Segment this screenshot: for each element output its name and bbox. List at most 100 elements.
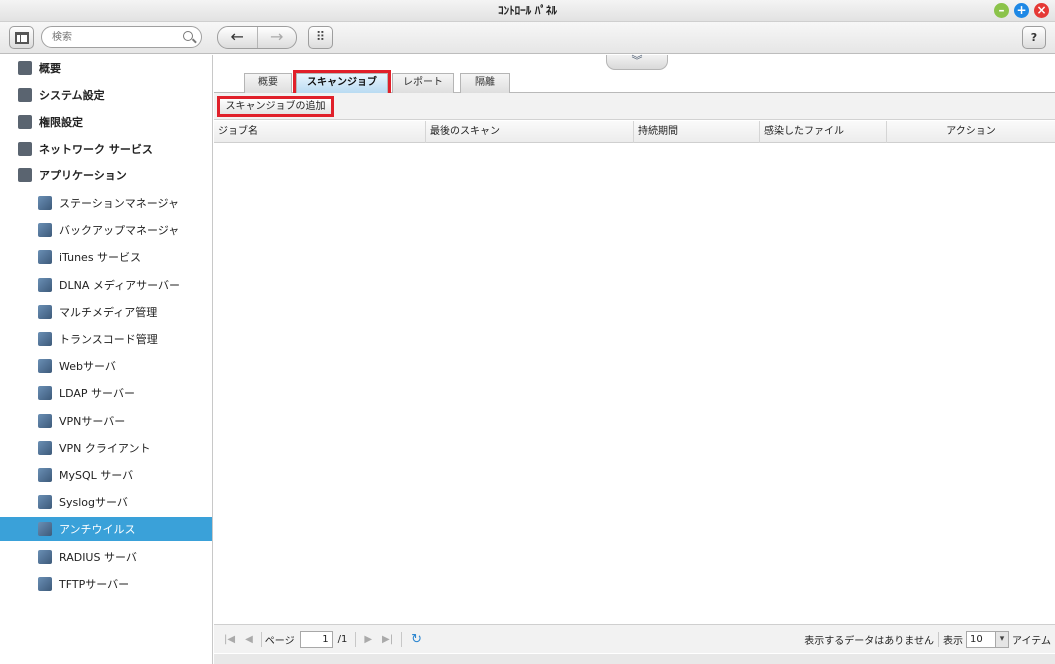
refresh-icon[interactable]: ↻ bbox=[411, 632, 422, 647]
page-number-input[interactable]: 1 bbox=[299, 630, 333, 648]
tab-reports[interactable]: レポート bbox=[392, 73, 454, 93]
no-data-status: 表示するデータはありません bbox=[804, 636, 934, 647]
sidebar-item-inbox[interactable]: アプリケーション bbox=[0, 163, 212, 187]
items-label: アイテム bbox=[1012, 636, 1051, 647]
sidebar-app-itunes[interactable]: iTunes サービス bbox=[0, 245, 212, 269]
sidebar-item-label: VPNサーバー bbox=[59, 414, 126, 428]
antivirus-icon bbox=[38, 522, 52, 537]
search-input[interactable] bbox=[52, 30, 177, 44]
sidebar-item-label: アプリケーション bbox=[39, 169, 127, 182]
sidebar-item-label: Webサーバ bbox=[59, 360, 116, 374]
search-box[interactable] bbox=[41, 26, 202, 48]
column-action[interactable]: アクション bbox=[887, 121, 1055, 143]
mysql-icon bbox=[38, 468, 52, 482]
multimedia-icon bbox=[38, 304, 52, 319]
prev-page-icon[interactable]: ◀ bbox=[245, 634, 253, 645]
sidebar-app-antivirus[interactable]: アンチウイルス bbox=[0, 517, 212, 542]
close-icon[interactable]: × bbox=[1034, 3, 1049, 18]
sidebar-app-vpn-client[interactable]: VPN クライアント bbox=[0, 436, 212, 460]
sidebar-item-label: マルチメディア管理 bbox=[59, 305, 158, 319]
column-infected-files[interactable]: 感染したファイル bbox=[760, 121, 887, 143]
tftp-icon bbox=[38, 576, 52, 591]
sidebar-item-label: RADIUS サーバ bbox=[59, 550, 137, 564]
separator bbox=[260, 631, 262, 647]
sidebar-item-label: VPN クライアント bbox=[59, 441, 151, 455]
sidebar-item-label: バックアップマネージャ bbox=[59, 224, 180, 238]
per-page-select[interactable]: 10 bbox=[966, 631, 1009, 648]
sidebar-app-dlna[interactable]: DLNA メディアサーバー bbox=[0, 273, 212, 297]
sidebar-item-user[interactable]: 権限設定 bbox=[0, 110, 212, 134]
radius-icon bbox=[38, 549, 52, 564]
apps-grid-button[interactable]: ⠿ bbox=[308, 26, 333, 49]
sidebar-app-mysql[interactable]: MySQL サーバ bbox=[0, 463, 212, 487]
inbox-icon bbox=[18, 168, 32, 182]
collapse-panel-button[interactable]: ︾ bbox=[606, 55, 668, 70]
user-icon bbox=[18, 115, 32, 129]
sidebar-item-label: LDAP サーバー bbox=[59, 387, 135, 401]
show-label: 表示 bbox=[943, 636, 963, 647]
nav-buttons: ← → bbox=[217, 26, 297, 49]
table-header: ジョブ名 最後のスキャン 持続期間 感染したファイル アクション bbox=[214, 121, 1055, 143]
sidebar-app-syslog[interactable]: Syslogサーバ bbox=[0, 490, 212, 514]
main-panel: ︾ 概要 スキャンジョブ レポート 隔離 スキャンジョブの追加 ジョブ名 最後の… bbox=[214, 55, 1055, 664]
sidebar-app-transcode[interactable]: トランスコード管理 bbox=[0, 327, 212, 351]
sidebar-app-backup[interactable]: バックアップマネージャ bbox=[0, 218, 212, 242]
forward-button[interactable]: → bbox=[258, 27, 297, 48]
maximize-icon[interactable]: + bbox=[1014, 3, 1029, 18]
globe-icon bbox=[38, 359, 52, 374]
sidebar-app-station-manager[interactable]: ステーションマネージャ bbox=[0, 191, 212, 215]
tab-quarantine[interactable]: 隔離 bbox=[460, 73, 510, 93]
tab-scan-jobs[interactable]: スキャンジョブ bbox=[293, 70, 391, 96]
sidebar: 概要システム設定権限設定ネットワーク サービス アプリケーションステーションマネー… bbox=[0, 55, 213, 664]
sidebar-item-label: システム設定 bbox=[39, 89, 105, 102]
column-job-name[interactable]: ジョブ名 bbox=[214, 121, 426, 143]
toolbar: ← → ⠿ ? bbox=[0, 22, 1055, 54]
sidebar-layout-icon bbox=[14, 31, 29, 44]
sidebar-item-gear[interactable]: システム設定 bbox=[0, 83, 212, 107]
column-duration[interactable]: 持続期間 bbox=[634, 121, 760, 143]
sidebar-item-label: TFTPサーバー bbox=[59, 577, 130, 591]
page-label: ページ bbox=[264, 635, 295, 647]
sidebar-app-tftp[interactable]: TFTPサーバー bbox=[0, 572, 212, 596]
vpn-client-icon bbox=[38, 440, 52, 455]
sidebar-item-label: iTunes サービス bbox=[59, 251, 142, 265]
vpn-server-icon bbox=[38, 413, 52, 428]
sidebar-app-globe[interactable]: Webサーバ bbox=[0, 354, 212, 378]
status-strip bbox=[214, 654, 1055, 664]
window-title: ｺﾝﾄﾛｰﾙ ﾊﾟﾈﾙ bbox=[498, 4, 557, 17]
sidebar-item-label: Syslogサーバ bbox=[59, 496, 128, 510]
sidebar-app-radius[interactable]: RADIUS サーバ bbox=[0, 545, 212, 569]
sidebar-app-ldap[interactable]: LDAP サーバー bbox=[0, 381, 212, 405]
itunes-icon bbox=[38, 250, 52, 265]
dlna-icon bbox=[38, 277, 52, 292]
transcode-icon bbox=[38, 332, 52, 346]
tab-bar: 概要 スキャンジョブ レポート 隔離 bbox=[214, 69, 1055, 96]
sidebar-item-label: アンチウイルス bbox=[59, 523, 136, 537]
help-button[interactable]: ? bbox=[1022, 26, 1046, 49]
separator bbox=[401, 631, 403, 647]
next-page-icon[interactable]: ▶ bbox=[364, 634, 372, 645]
network-icon bbox=[18, 142, 32, 156]
tab-overview[interactable]: 概要 bbox=[244, 73, 292, 93]
title-bar: ｺﾝﾄﾛｰﾙ ﾊﾟﾈﾙ – + × bbox=[0, 0, 1055, 22]
sidebar-item-network[interactable]: ネットワーク サービス bbox=[0, 137, 212, 161]
sidebar-app-vpn-server[interactable]: VPNサーバー bbox=[0, 409, 212, 433]
minimize-icon[interactable]: – bbox=[994, 3, 1009, 18]
last-page-icon[interactable]: ▶| bbox=[382, 634, 393, 645]
column-last-scan[interactable]: 最後のスキャン bbox=[426, 121, 634, 143]
back-button[interactable]: ← bbox=[218, 27, 258, 48]
syslog-icon bbox=[38, 495, 52, 510]
sidebar-item-label: トランスコード管理 bbox=[59, 333, 158, 346]
pager-right: 表示するデータはありません 表示 10 アイテム bbox=[804, 631, 1051, 648]
add-scan-job-button[interactable]: スキャンジョブの追加 bbox=[217, 96, 334, 117]
sidebar-item-label: ステーションマネージャ bbox=[59, 197, 180, 210]
first-page-icon[interactable]: |◀ bbox=[224, 634, 235, 645]
sidebar-item-grid[interactable]: 概要 bbox=[0, 56, 212, 80]
sidebar-item-label: ネットワーク サービス bbox=[39, 143, 153, 156]
ldap-icon bbox=[38, 386, 52, 401]
grid-icon bbox=[18, 61, 32, 75]
sidebar-toggle-button[interactable] bbox=[9, 26, 34, 49]
sidebar-app-multimedia[interactable]: マルチメディア管理 bbox=[0, 300, 212, 324]
search-icon[interactable] bbox=[183, 31, 193, 41]
backup-icon bbox=[38, 223, 52, 238]
